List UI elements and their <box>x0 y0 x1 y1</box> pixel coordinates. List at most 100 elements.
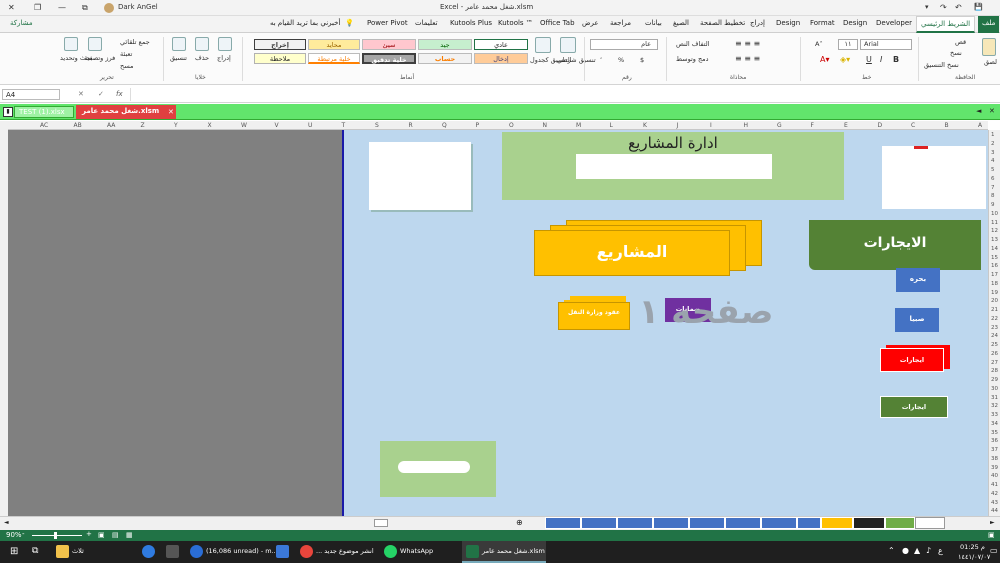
row-header[interactable]: 13 <box>991 237 998 243</box>
header-input-area[interactable] <box>576 154 772 179</box>
zoom-slider[interactable] <box>32 535 82 536</box>
mail-app-icon[interactable] <box>190 545 203 558</box>
tab-power-pivot[interactable]: Power Pivot <box>367 19 408 27</box>
column-header[interactable]: O <box>509 122 514 129</box>
format-cells-icon[interactable] <box>172 37 186 51</box>
row-header[interactable]: 37 <box>991 447 998 453</box>
tab-office-tab[interactable]: Office Tab <box>540 19 575 27</box>
font-name-select[interactable]: Arial <box>860 39 912 50</box>
row-header[interactable]: 29 <box>991 377 998 383</box>
page-layout-view-icon[interactable]: ▤ <box>112 531 119 539</box>
column-header[interactable]: K <box>643 122 647 129</box>
style-good[interactable]: جيد <box>418 39 472 50</box>
tab-view[interactable]: عرض <box>582 19 599 27</box>
delete-button[interactable]: حذف <box>195 54 209 62</box>
style-neutral[interactable]: محايد <box>308 39 360 50</box>
folder-icon[interactable] <box>56 545 69 558</box>
row-header[interactable]: 8 <box>991 193 995 199</box>
column-header[interactable]: J <box>677 122 679 129</box>
column-header[interactable]: H <box>744 122 749 129</box>
style-output[interactable]: إخراج <box>254 39 306 50</box>
rentals-red-button[interactable]: ايجارات <box>880 348 944 372</box>
find-icon[interactable] <box>64 37 78 51</box>
row-header[interactable]: 2 <box>991 141 995 147</box>
tray-chevron-icon[interactable]: ⌃ <box>888 546 895 555</box>
new-sheet-icon[interactable]: ⊕ <box>516 518 523 527</box>
row-header[interactable]: 42 <box>991 491 998 497</box>
rentals-green-button[interactable]: ايجارات <box>880 396 948 418</box>
row-header[interactable]: 7 <box>991 185 995 191</box>
sheet-tab[interactable] <box>545 517 581 529</box>
column-header[interactable]: AC <box>40 122 48 129</box>
column-header[interactable]: P <box>476 122 480 129</box>
taskbar-mail[interactable]: (16,086 unread) - m... <box>206 547 278 555</box>
column-header[interactable]: E <box>844 122 848 129</box>
column-header[interactable]: Z <box>141 122 145 129</box>
scroll-thumb[interactable] <box>374 519 388 527</box>
ribbon-options-icon[interactable]: ⧉ <box>82 3 88 13</box>
fill-color-icon[interactable]: ◈▾ <box>840 55 850 64</box>
zoom-slider-thumb[interactable] <box>54 532 57 539</box>
row-header[interactable]: 38 <box>991 456 998 462</box>
number-format-select[interactable]: عام <box>590 39 658 50</box>
insert-cells-icon[interactable] <box>218 37 232 51</box>
column-header[interactable]: N <box>543 122 548 129</box>
enter-icon[interactable]: ✓ <box>98 90 104 98</box>
tab-data[interactable]: بيانات <box>645 19 662 27</box>
row-header[interactable]: 10 <box>991 211 998 217</box>
font-color-icon[interactable]: A▾ <box>820 55 830 64</box>
tab-review[interactable]: مراجعة <box>610 19 631 27</box>
taskbar-excel[interactable]: شغل محمد عامر.xlsm <box>482 547 545 555</box>
scroll-left-icon[interactable]: ◄ <box>4 519 9 526</box>
row-header[interactable]: 1 <box>991 132 995 138</box>
row-header[interactable]: 9 <box>991 202 995 208</box>
taskbar-chrome[interactable]: ... انشر موضوع جديد <box>316 547 374 555</box>
image-placeholder-right[interactable] <box>882 146 986 209</box>
save-icon[interactable]: 💾 <box>974 3 983 11</box>
clock-time[interactable]: 01:25 م <box>960 543 985 551</box>
redo-icon[interactable]: ↷ <box>940 3 947 12</box>
insert-button[interactable]: إدراج <box>217 54 231 62</box>
row-header[interactable]: 34 <box>991 421 998 427</box>
workbook-nav-left-icon[interactable]: ◄ <box>976 107 981 115</box>
select-all-corner[interactable] <box>0 121 8 516</box>
row-header[interactable]: 32 <box>991 403 998 409</box>
row-header[interactable]: 15 <box>991 255 998 261</box>
tray-people-icon[interactable]: ● <box>902 546 909 555</box>
volume-icon[interactable]: ♪ <box>926 546 931 555</box>
cancel-icon[interactable]: ✕ <box>78 90 84 98</box>
wrap-text-button[interactable]: التفاف النص <box>676 40 710 48</box>
tab-design-1[interactable]: Design <box>843 19 867 27</box>
row-header[interactable]: 18 <box>991 281 998 287</box>
column-header[interactable]: D <box>878 122 883 129</box>
close-button[interactable]: ✕ <box>8 3 15 12</box>
sheet-tab[interactable] <box>853 517 885 529</box>
row-header[interactable]: 26 <box>991 351 998 357</box>
restore-button[interactable]: ❐ <box>34 3 41 12</box>
taskbar-explorer[interactable]: ثلاث <box>72 547 84 555</box>
column-header[interactable]: M <box>576 122 581 129</box>
column-header[interactable]: L <box>610 122 613 129</box>
sheet-tab[interactable] <box>797 517 821 529</box>
delete-cells-icon[interactable] <box>195 37 209 51</box>
task-view-icon[interactable]: ⧉ <box>32 546 38 556</box>
workbook-tab-test[interactable]: TEST (1).xlsx <box>14 106 74 118</box>
row-header[interactable]: 20 <box>991 298 998 304</box>
sheet-tab-active[interactable] <box>915 517 945 529</box>
sheet-tab[interactable] <box>581 517 617 529</box>
tab-insert[interactable]: إدراج <box>750 19 765 27</box>
tab-developer[interactable]: Developer <box>876 19 912 27</box>
tab-format[interactable]: Format <box>810 19 835 27</box>
row-header[interactable]: 19 <box>991 290 998 296</box>
formula-input[interactable] <box>130 88 998 101</box>
sabya-button[interactable]: صبيا <box>895 308 939 332</box>
row-header[interactable]: 27 <box>991 360 998 366</box>
align-left-icon[interactable]: ≡ ≡ ≡ <box>735 54 760 63</box>
network-icon[interactable]: ▲ <box>914 546 920 555</box>
italic-button[interactable]: I <box>880 55 882 64</box>
share-button[interactable]: مشاركة <box>10 19 33 27</box>
format-button[interactable]: تنسيق <box>170 54 187 62</box>
clock-date[interactable]: ١٤٤١/٠٧/٠٧ <box>958 553 990 561</box>
column-header[interactable]: Y <box>174 122 178 129</box>
store-icon[interactable] <box>166 545 179 558</box>
